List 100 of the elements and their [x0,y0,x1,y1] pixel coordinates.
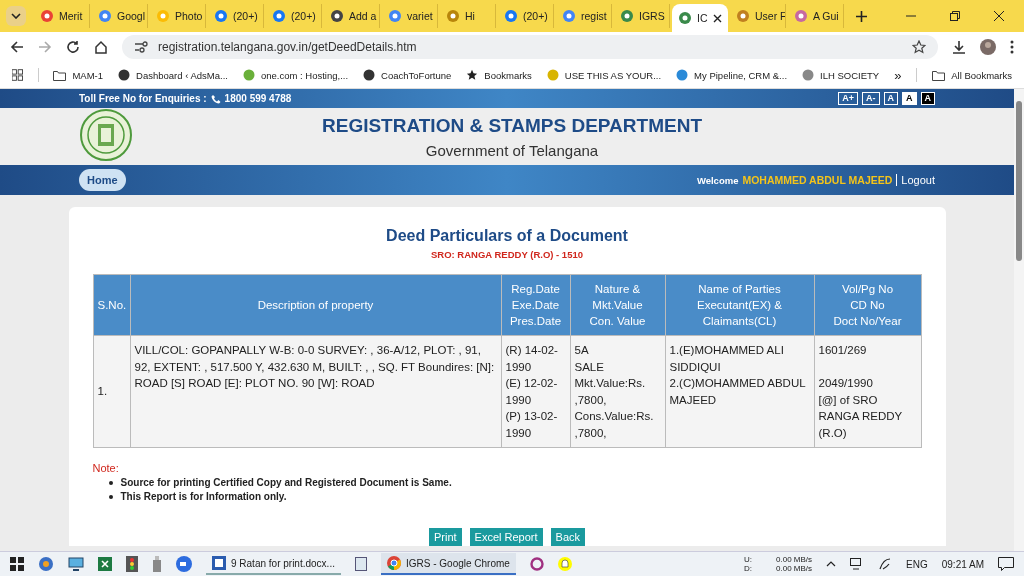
spreadsheet-icon[interactable] [98,557,112,571]
download-label: D: [744,564,753,573]
browser-tab[interactable]: IC [672,4,728,32]
bookmark-item[interactable]: Bookmarks [466,69,532,81]
star-icon [466,69,479,81]
phone-number: 1800 599 4788 [224,93,292,104]
page-title: Deed Particulars of a Document [385,227,629,245]
bullet-icon [108,480,113,485]
browser-tab[interactable]: (20+) [498,4,554,28]
logout-link[interactable]: Logout [897,174,935,186]
notepad-icon[interactable] [354,557,367,571]
font-size-button[interactable]: A [883,92,898,105]
reload-icon[interactable] [66,40,80,54]
browser-tab[interactable]: IGRS [614,4,670,28]
home-icon[interactable] [94,40,108,54]
phone-icon [210,93,221,104]
column-header: S.No. [93,274,130,336]
upload-label: U: [744,555,753,564]
font-size-button[interactable]: A [902,92,917,105]
tab-search-button[interactable] [6,6,26,26]
download-speed: 0.00 MB/s [776,564,813,573]
close-icon[interactable] [712,13,722,23]
table-cell: 1. [93,335,130,448]
clock[interactable]: 09:21 AM [941,558,984,570]
toll-free-label: Toll Free No for Enquiries : [79,93,207,104]
notification-icon[interactable] [998,557,1014,571]
home-button[interactable]: Home [79,169,126,191]
note-text: Source for printing Certified Copy and Registered Document is Same. [120,477,452,488]
apps-grid-icon[interactable] [12,69,23,81]
column-header: Vol/Pg No CD No Doct No/Year [814,274,921,336]
all-bookmarks-item[interactable]: All Bookmarks [932,69,1012,81]
browser-tab[interactable]: variet [382,4,438,28]
chevron-up-icon[interactable] [826,561,837,567]
profile-avatar-icon[interactable] [980,39,996,55]
browser-tab[interactable]: Add a [324,4,380,28]
bookmark-item[interactable]: MAM-1 [53,69,104,81]
browser-icon [386,556,401,570]
table-cell: (R) 14-02-1990 (E) 12-02-1990 (P) 13-02-1990 [501,335,570,448]
back-icon[interactable] [10,40,24,54]
browser-tab[interactable]: Hi [440,4,496,28]
document-icon [212,556,226,570]
browser-tab[interactable]: (20+) [208,4,264,28]
folder-icon [932,69,946,81]
language-indicator[interactable]: ENG [906,558,928,570]
bookmark-item[interactable]: My Pipeline, CRM &... [676,69,788,81]
restore-icon[interactable] [950,11,960,21]
scrollbar-thumb[interactable] [1016,101,1022,261]
browser-tab[interactable]: regist [556,4,612,28]
table-cell: 1601/269 2049/1990 [@] of SRO RANGA REDDY (R.O) [814,335,921,448]
pen-icon[interactable] [878,557,893,571]
font-size-button[interactable]: A+ [838,92,858,105]
bookmark-item[interactable]: CoachToFortune [363,69,452,81]
table-cell: 5A SALE Mkt.Value:Rs. ,7800, Cons.Value:Rs. ,7800, [570,335,665,448]
note-label: Note: [92,462,120,474]
column-header: Reg.Date Exe.Date Pres.Date [501,274,570,336]
more-bookmarks-button[interactable]: » [894,67,902,83]
bookmark-item[interactable]: ILH SOCIETY [802,69,880,81]
menu-icon[interactable] [1010,40,1014,54]
traffic-light-icon[interactable] [126,556,138,572]
column-header: Nature & Mkt.Value Con. Value [570,274,665,336]
bookmark-item[interactable]: USE THIS AS YOUR... [546,69,662,81]
note-text: This Report is for Information only. [120,491,287,502]
column-header: Name of Parties Executant(EX) & Claimants(CL) [665,274,814,336]
dot-icon [242,69,255,81]
site-settings-icon[interactable] [134,41,148,53]
browser-tab[interactable]: Googl [92,4,148,28]
usb-drive-icon[interactable] [152,556,162,572]
table-cell: 1.(E)MOHAMMED ALI SIDDIQUI 2.(C)MOHAMMED ABDUL MAJEED [665,335,814,448]
folder-icon [53,69,67,81]
video-call-icon[interactable] [176,556,192,572]
app-icon[interactable] [38,556,54,572]
bullet-icon [108,494,113,499]
government-subtitle: Government of Telangana [424,141,600,159]
user-name: MOHAMMED ABDUL MAJEED [742,174,898,186]
emblem-logo [80,109,132,161]
column-header: Description of property [130,274,501,336]
windows-start-icon[interactable] [10,557,24,571]
new-tab-icon[interactable] [856,10,867,22]
browser-tab[interactable]: Merit [34,4,90,28]
department-title: REGISTRATION & STAMPS DEPARTMENT [321,114,703,137]
bookmark-star-icon[interactable] [912,40,926,54]
browser-tab[interactable]: (20+) [266,4,322,28]
close-icon[interactable] [994,11,1004,21]
bookmark-item[interactable]: Dashboard ‹ AdsMa... [118,69,228,81]
sro-subtitle: SRO: RANGA REDDY (R.O) - 1510 [430,249,584,260]
upload-speed: 0.00 MB/s [776,555,813,564]
taskbar-window-button[interactable]: 9 Ratan for print.docx... [206,553,341,575]
welcome-label: Welcome [696,174,739,186]
font-size-button[interactable]: A- [862,92,880,105]
bookmark-item[interactable]: one.com : Hosting,... [242,69,349,81]
font-size-button[interactable]: A [920,92,935,105]
address-bar[interactable]: registration.telangana.gov.in/getDeedDetails.htm [122,35,938,59]
taskbar-window-button[interactable]: IGRS - Google Chrome [380,553,516,575]
browser-tab[interactable]: A Gui [788,4,844,28]
download-icon[interactable] [952,40,966,54]
monitor-icon[interactable] [68,557,84,571]
caret-icon [11,13,21,19]
table-cell: VILL/COL: GOPANPALLY W-B: 0-0 SURVEY: , 36-A/12, PLOT: , 91, 92, EXTENT: , 517.500 Y, 432.630 M, BUILT: , , SQ. FT Boundires: [N]: ROAD [S] ROAD [E]: PLOT NO. 90 [W]: ROAD [130,335,501,448]
ring-icon[interactable] [529,557,544,571]
browser-tab[interactable]: Photo [150,4,206,28]
